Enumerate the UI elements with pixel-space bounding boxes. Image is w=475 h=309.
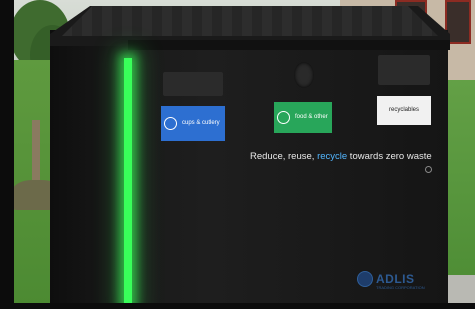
label-food-other-text: food & other (295, 114, 328, 120)
recycle-icon (164, 117, 177, 130)
bin-sensor-dot (425, 166, 432, 173)
tagline-highlight: recycle (317, 151, 348, 162)
brand-name: ADLIS (376, 272, 415, 286)
brand-logo-icon (357, 271, 373, 287)
bin-lid-top (62, 6, 438, 36)
green-led-strip (124, 58, 132, 306)
photo-scene: cups & cutlery food & other recyclables … (0, 0, 475, 309)
recycle-icon (277, 111, 290, 124)
brand-logo: ADLIS TRADING CORPORATION (357, 271, 425, 290)
label-cups-cutlery-text: cups & cutlery (182, 120, 220, 126)
brand-subtitle: TRADING CORPORATION (376, 285, 425, 290)
label-recyclables: recyclables (377, 96, 431, 125)
bin-slot-1 (163, 72, 223, 96)
label-cups-cutlery: cups & cutlery (161, 106, 225, 141)
bin-lid-edge (128, 40, 450, 50)
label-food-other: food & other (274, 102, 332, 133)
label-recyclables-text: recyclables (388, 107, 419, 113)
tagline-part1: Reduce, reuse, (250, 151, 318, 162)
tagline-part2: towards zero waste (347, 151, 432, 162)
bin-slot-3 (378, 55, 430, 85)
bin-opening (294, 62, 314, 88)
image-frame-left (0, 0, 14, 309)
bin-side-panel (50, 30, 128, 308)
image-frame-bottom (0, 303, 475, 309)
bin-tagline: Reduce, reuse, recycle towards zero wast… (250, 151, 432, 162)
